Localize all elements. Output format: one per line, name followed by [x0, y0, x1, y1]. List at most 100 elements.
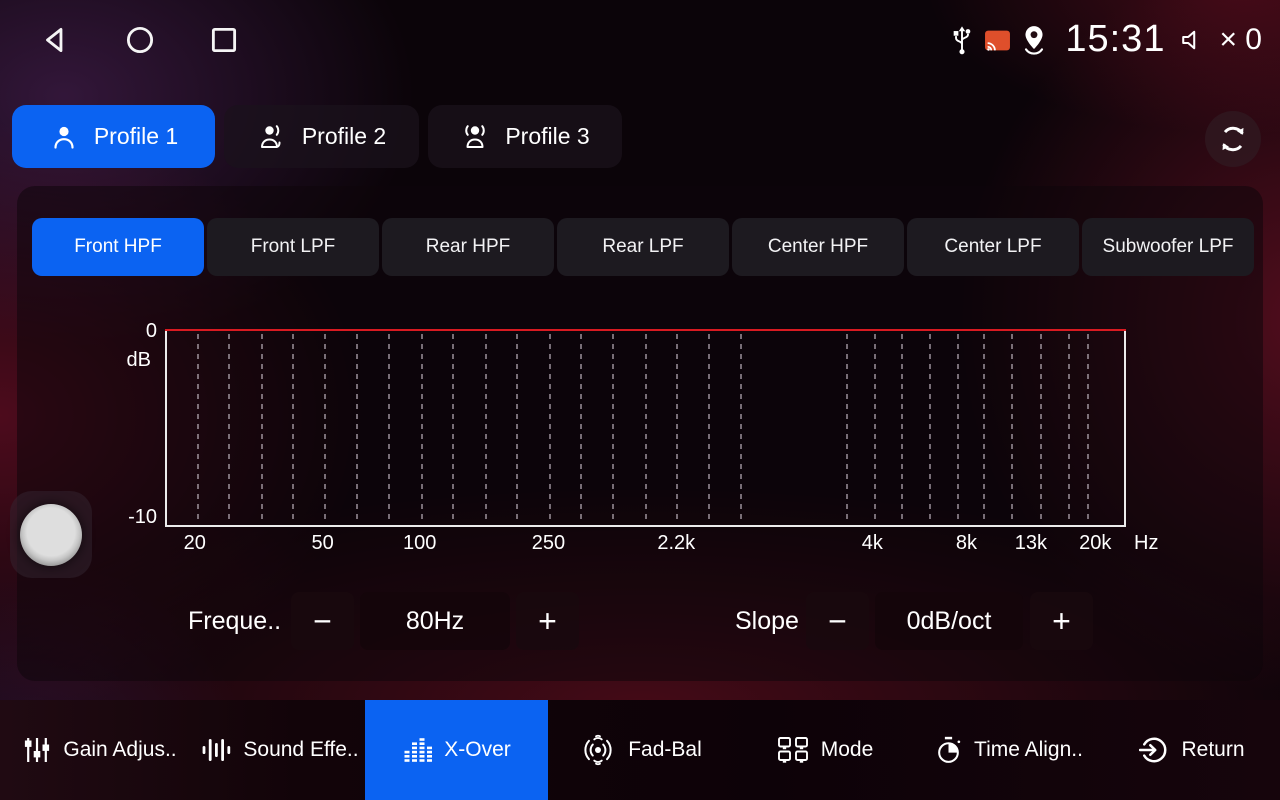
chart-gridline	[228, 334, 230, 523]
chart-gridline	[549, 334, 551, 523]
clock: 15:31	[1065, 18, 1165, 61]
volume-level-text: × 0	[1219, 23, 1262, 57]
nav-label: Fad-Bal	[628, 738, 702, 762]
usb-icon	[949, 24, 975, 56]
y-axis-tick-minus10: -10	[107, 506, 157, 529]
nav-time-alignment[interactable]: Time Align..	[920, 700, 1098, 800]
x-axis-tick: 13k	[1015, 532, 1047, 555]
nav-label: Return	[1181, 738, 1244, 762]
nav-mode[interactable]: Mode	[766, 700, 884, 800]
screen-cast-icon	[984, 29, 1011, 52]
x-axis-unit-label: Hz	[1134, 532, 1158, 555]
chart-gridline	[580, 334, 582, 523]
chart-gridline	[421, 334, 423, 523]
location-icon	[1020, 24, 1048, 56]
head-unit-screen: 15:31 × 0 Profile 1	[0, 0, 1280, 800]
chart-gridline	[1011, 334, 1013, 523]
chart-gridline	[676, 334, 678, 523]
sound-effect-icon	[201, 736, 231, 764]
nav-sound-effects[interactable]: Sound Effe..	[192, 700, 368, 800]
slope-minus-button[interactable]: −	[806, 592, 869, 650]
chart-gridline	[197, 334, 199, 523]
nav-label: Time Align..	[974, 738, 1083, 762]
speaker-muted-icon	[1180, 27, 1208, 53]
chart-x-ticks: 20 50 100 250 2.2k 4k 8k 13k 20k	[165, 532, 1126, 562]
slope-plus-button[interactable]: +	[1030, 592, 1093, 650]
android-recents-button[interactable]	[204, 20, 244, 60]
x-axis-tick: 50	[311, 532, 333, 555]
x-axis-tick: 8k	[956, 532, 977, 555]
android-home-button[interactable]	[120, 20, 160, 60]
chart-gridline	[846, 334, 848, 523]
nav-fad-bal[interactable]: Fad-Bal	[570, 700, 712, 800]
android-back-button[interactable]	[36, 20, 76, 60]
chart-gridline	[901, 334, 903, 523]
status-bar: 15:31 × 0	[0, 0, 1280, 80]
frequency-label: Freque..	[188, 592, 281, 650]
profile-1-button[interactable]: Profile 1	[12, 105, 215, 168]
back-triangle-icon	[39, 23, 73, 57]
frequency-minus-button[interactable]: −	[291, 592, 354, 650]
user-2-icon	[257, 122, 287, 152]
knob-circle-icon	[20, 504, 82, 566]
chart-gridline	[957, 334, 959, 523]
speaker-mode-icon	[777, 736, 809, 764]
profile-label: Profile 1	[94, 123, 178, 150]
nav-label: Gain Adjus..	[63, 738, 176, 762]
chart-gridline	[983, 334, 985, 523]
chart-gridline	[485, 334, 487, 523]
chart-gridline	[645, 334, 647, 523]
status-icons-cluster: 15:31 × 0	[949, 0, 1262, 80]
equalizer-icon	[402, 736, 432, 764]
chart-gridline	[356, 334, 358, 523]
fade-balance-icon	[580, 734, 616, 766]
home-circle-icon	[123, 23, 157, 57]
xover-panel: Front HPF Front LPF Rear HPF Rear LPF Ce…	[17, 186, 1263, 681]
profile-3-button[interactable]: Profile 3	[428, 105, 622, 168]
chart-plot-area	[165, 330, 1126, 527]
reset-sync-button[interactable]	[1205, 111, 1261, 167]
chart-gridline	[708, 334, 710, 523]
x-axis-tick: 100	[403, 532, 436, 555]
chart-gridline	[929, 334, 931, 523]
slope-label: Slope	[735, 592, 799, 650]
slope-value: 0dB/oct	[875, 592, 1023, 650]
nav-xover[interactable]: X-Over	[365, 700, 548, 800]
chart-gridline	[874, 334, 876, 523]
user-icon	[49, 122, 79, 152]
x-axis-tick: 4k	[862, 532, 883, 555]
chart-gridline	[1087, 334, 1089, 523]
chart-gridline	[324, 334, 326, 523]
recents-square-icon	[207, 23, 241, 57]
chart-gridline	[516, 334, 518, 523]
time-alignment-icon	[935, 736, 962, 765]
profile-label: Profile 2	[302, 123, 386, 150]
frequency-value: 80Hz	[360, 592, 510, 650]
x-axis-tick: 2.2k	[657, 532, 695, 555]
chart-gridline	[1040, 334, 1042, 523]
nav-label: X-Over	[444, 738, 511, 762]
nav-gain-adjust[interactable]: Gain Adjus..	[14, 700, 186, 800]
chart-gridline	[261, 334, 263, 523]
response-curve	[165, 329, 1126, 331]
floating-assistive-knob[interactable]	[10, 491, 92, 578]
x-axis-tick: 20k	[1079, 532, 1111, 555]
chart-gridline	[612, 334, 614, 523]
sync-arrows-icon	[1217, 123, 1249, 155]
profile-2-button[interactable]: Profile 2	[224, 105, 419, 168]
chart-gridline	[1068, 334, 1070, 523]
nav-return[interactable]: Return	[1130, 700, 1254, 800]
frequency-plus-button[interactable]: +	[516, 592, 579, 650]
x-axis-tick: 20	[184, 532, 206, 555]
profile-bar: Profile 1 Profile 2	[12, 105, 622, 168]
bottom-nav-bar: Gain Adjus.. Sound Effe..	[0, 700, 1280, 800]
y-axis-unit-label: dB	[111, 349, 151, 372]
chart-gridline	[452, 334, 454, 523]
nav-label: Mode	[821, 738, 874, 762]
gain-sliders-icon	[23, 736, 51, 764]
profile-label: Profile 3	[505, 123, 589, 150]
x-axis-tick: 250	[532, 532, 565, 555]
user-3-icon	[460, 122, 490, 152]
y-axis-tick-0: 0	[117, 320, 157, 343]
nav-label: Sound Effe..	[243, 738, 358, 762]
